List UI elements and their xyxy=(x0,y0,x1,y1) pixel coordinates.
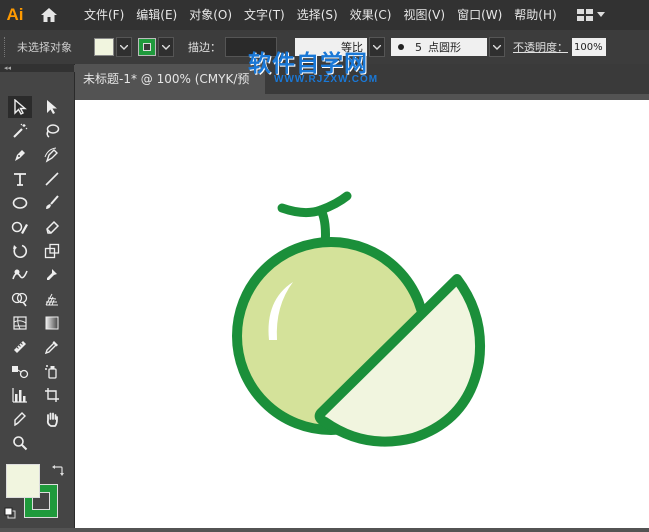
brush-dropdown[interactable] xyxy=(489,37,505,57)
app-logo: Ai xyxy=(6,5,24,24)
line-tool-icon[interactable] xyxy=(40,168,64,190)
ellipse-tool-icon[interactable] xyxy=(8,192,32,214)
menu-window[interactable]: 窗口(W) xyxy=(451,0,508,30)
selection-tool-icon[interactable] xyxy=(8,96,32,118)
zoom-tool-icon[interactable] xyxy=(8,432,32,454)
menu-edit[interactable]: 编辑(E) xyxy=(130,0,183,30)
swap-colors-icon[interactable] xyxy=(52,462,64,481)
default-colors-icon[interactable] xyxy=(4,504,16,523)
watermark: 软件自学网 WWW.RJZXW.COM xyxy=(248,44,408,94)
type-tool-icon[interactable] xyxy=(8,168,32,190)
document-tab[interactable]: 未标题-1* @ 100% (CMYK/预 xyxy=(75,64,265,94)
fill-color-box[interactable] xyxy=(6,464,40,498)
stroke-label: 描边： xyxy=(188,41,221,54)
toolbar-collapse[interactable]: ◂◂ xyxy=(0,64,74,72)
melon-illustration xyxy=(232,191,486,447)
menu-select[interactable]: 选择(S) xyxy=(291,0,344,30)
menu-view[interactable]: 视图(V) xyxy=(397,0,451,30)
pen-tool-icon[interactable] xyxy=(8,144,32,166)
menu-type[interactable]: 文字(T) xyxy=(238,0,291,30)
artboard-tool-icon[interactable] xyxy=(40,384,64,406)
curvature-tool-icon[interactable] xyxy=(40,144,64,166)
slice-tool-icon[interactable] xyxy=(8,408,32,430)
column-graph-tool-icon[interactable] xyxy=(8,384,32,406)
opacity-label[interactable]: 不透明度： xyxy=(513,39,568,55)
menu-object[interactable]: 对象(O) xyxy=(183,0,238,30)
magic-wand-tool-icon[interactable] xyxy=(8,120,32,142)
artboard[interactable] xyxy=(75,100,649,528)
chevron-down-icon xyxy=(596,12,605,17)
symbol-sprayer-tool-icon[interactable] xyxy=(40,360,64,382)
stroke-color-swatch[interactable] xyxy=(138,38,156,56)
menu-effect[interactable]: 效果(C) xyxy=(344,0,398,30)
menu-help[interactable]: 帮助(H) xyxy=(508,0,562,30)
paintbrush-tool-icon[interactable] xyxy=(40,192,64,214)
hand-tool-icon[interactable] xyxy=(40,408,64,430)
mesh-tool-icon[interactable] xyxy=(8,312,32,334)
panel-grip[interactable] xyxy=(4,37,11,57)
puppet-warp-tool-icon[interactable] xyxy=(40,264,64,286)
brush-name: 点圆形 xyxy=(428,41,461,54)
gradient-tool-icon[interactable] xyxy=(40,312,64,334)
opacity-value: 100% xyxy=(574,41,603,53)
chevron-down-icon xyxy=(493,44,501,50)
workspace-grid-icon[interactable] xyxy=(576,9,605,21)
selection-status: 未选择对象 xyxy=(17,41,72,54)
scale-tool-icon[interactable] xyxy=(40,240,64,262)
menu-bar: Ai 文件(F) 编辑(E) 对象(O) 文字(T) 选择(S) 效果(C) 视… xyxy=(0,0,649,30)
fill-dropdown[interactable] xyxy=(116,37,132,57)
blend-tool-icon[interactable] xyxy=(8,360,32,382)
tools-panel xyxy=(0,72,75,528)
chevron-down-icon xyxy=(162,44,170,50)
watermark-url: WWW.RJZXW.COM xyxy=(274,74,379,85)
melon-stem xyxy=(277,191,352,218)
shaper-tool-icon[interactable] xyxy=(8,216,32,238)
chevron-down-icon xyxy=(120,44,128,50)
fill-stroke-widget xyxy=(4,460,70,528)
watermark-main: 软件自学网 xyxy=(248,51,368,77)
opacity-field[interactable]: 100% xyxy=(572,38,606,56)
ruler-tool-icon[interactable] xyxy=(8,336,32,358)
shape-builder-tool-icon[interactable] xyxy=(8,288,32,310)
stroke-dropdown[interactable] xyxy=(158,37,174,57)
eraser-tool-icon[interactable] xyxy=(40,216,64,238)
fill-color-swatch[interactable] xyxy=(94,38,114,56)
eyedropper-tool-icon[interactable] xyxy=(40,336,64,358)
brush-size: 5 xyxy=(415,40,422,54)
direct-selection-tool-icon[interactable] xyxy=(40,96,64,118)
perspective-grid-tool-icon[interactable] xyxy=(40,288,64,310)
menu-file[interactable]: 文件(F) xyxy=(78,0,130,30)
rotate-tool-icon[interactable] xyxy=(8,240,32,262)
home-icon[interactable] xyxy=(38,0,60,30)
warp-tool-icon[interactable] xyxy=(8,264,32,286)
lasso-tool-icon[interactable] xyxy=(40,120,64,142)
